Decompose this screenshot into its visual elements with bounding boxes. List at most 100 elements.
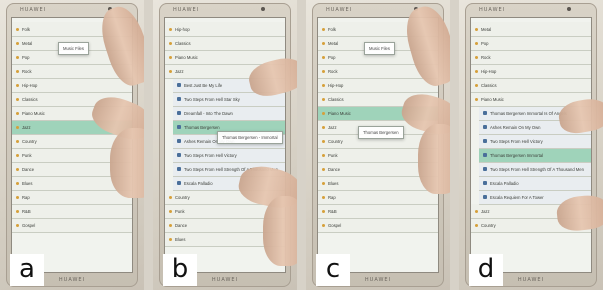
- file-row[interactable]: Two Steps From Hell Victory: [173, 148, 285, 163]
- brand-top: HUAWEI: [173, 7, 200, 13]
- floating-label: Music Files: [58, 42, 89, 55]
- file-row[interactable]: Two Steps From Hell Victory: [479, 134, 591, 149]
- row-label: Classics: [481, 82, 497, 88]
- folder-icon: [322, 181, 325, 185]
- row-label: Thomas Bergersen Immortal: [490, 152, 544, 158]
- row-label: Dance: [328, 166, 341, 172]
- camera-icon: [261, 7, 265, 11]
- row-label: Two Steps From Hell Victory: [490, 138, 543, 144]
- file-row[interactable]: Two Steps From Hell Strength Of A Thousa…: [479, 162, 591, 177]
- folder-row[interactable]: Pop: [471, 36, 591, 51]
- row-label: Piano Music: [481, 96, 504, 102]
- file-row[interactable]: Thomas Bergersen Immortal: [479, 148, 591, 163]
- row-label: Ashes Remain On My Own: [490, 124, 541, 130]
- row-label: Hip-Hop: [22, 82, 38, 88]
- brand-top: HUAWEI: [326, 7, 353, 13]
- row-label: Blues: [175, 236, 186, 242]
- brand-top: HUAWEI: [479, 7, 506, 13]
- row-label: Country: [481, 222, 496, 228]
- folder-row[interactable]: Hip-Hop: [318, 78, 438, 93]
- finger: [418, 124, 450, 194]
- music-file-icon: [483, 153, 487, 157]
- folder-icon: [475, 41, 478, 45]
- row-label: R&B: [22, 208, 31, 214]
- folder-row[interactable]: Hip-hop: [165, 22, 285, 37]
- row-label: Rock: [481, 54, 491, 60]
- row-label: Country: [22, 138, 37, 144]
- row-label: Classics: [22, 96, 38, 102]
- row-label: Jazz: [22, 124, 31, 130]
- row-label: Piano Music: [328, 110, 351, 116]
- folder-icon: [475, 97, 478, 101]
- folder-icon: [16, 195, 19, 199]
- folder-icon: [322, 223, 325, 227]
- folder-row[interactable]: Rock: [471, 50, 591, 65]
- folder-icon: [16, 111, 19, 115]
- folder-icon: [322, 209, 325, 213]
- finger: [110, 128, 144, 198]
- row-label: Escala Palladio: [184, 180, 213, 186]
- folder-row[interactable]: Classics: [471, 78, 591, 93]
- folder-icon: [322, 27, 325, 31]
- row-label: Two Steps From Hell Star Sky: [184, 96, 240, 102]
- folder-row[interactable]: Hip-Hop: [12, 78, 132, 93]
- music-file-icon: [177, 83, 181, 87]
- row-label: Rap: [22, 194, 30, 200]
- row-label: Jazz: [481, 208, 490, 214]
- folder-icon: [16, 83, 19, 87]
- folder-row[interactable]: Classics: [165, 36, 285, 51]
- music-file-icon: [483, 125, 487, 129]
- folder-icon: [16, 167, 19, 171]
- row-label: R&B: [328, 208, 337, 214]
- folder-icon: [322, 139, 325, 143]
- row-label: Piano Music: [22, 110, 45, 116]
- folder-icon: [322, 41, 325, 45]
- row-label: Metal: [328, 40, 339, 46]
- row-label: Jazz: [175, 68, 184, 74]
- folder-icon: [16, 27, 19, 31]
- floating-label: Music Files: [364, 42, 395, 55]
- folder-icon: [322, 83, 325, 87]
- file-row[interactable]: Escala Palladio: [479, 176, 591, 191]
- folder-icon: [16, 153, 19, 157]
- folder-icon: [475, 55, 478, 59]
- screen: Country Jazz Escala Requiem For A Tower Esc…: [470, 17, 592, 273]
- folder-icon: [169, 223, 172, 227]
- music-file-icon: [483, 111, 487, 115]
- folder-row[interactable]: Hip-Hop: [471, 64, 591, 79]
- folder-row[interactable]: R&B: [318, 204, 438, 219]
- folder-row[interactable]: R&B: [12, 204, 132, 219]
- camera-icon: [567, 7, 571, 11]
- folder-icon: [322, 167, 325, 171]
- dragged-item: Thomas Bergersen - Immortal: [217, 131, 283, 144]
- file-row[interactable]: Dreamfall - Into The Dawn: [173, 106, 285, 121]
- panel-label: c: [316, 254, 350, 286]
- folder-icon: [16, 41, 19, 45]
- row-label: Punk: [328, 152, 338, 158]
- row-label: Pop: [481, 40, 489, 46]
- finger: [263, 196, 297, 266]
- music-file-icon: [177, 97, 181, 101]
- row-label: Pop: [328, 54, 336, 60]
- folder-row[interactable]: Gospel: [318, 218, 438, 233]
- folder-icon: [16, 181, 19, 185]
- folder-icon: [16, 97, 19, 101]
- folder-row[interactable]: Gospel: [12, 218, 132, 233]
- panel-label: b: [163, 254, 197, 286]
- row-label: Metal: [481, 26, 492, 32]
- brand-top: HUAWEI: [20, 7, 47, 13]
- folder-icon: [475, 27, 478, 31]
- folder-icon: [322, 97, 325, 101]
- panel-c: HUAWEI Gospel R&B Rap Blues Dance Punk Country…: [306, 0, 450, 290]
- folder-row[interactable]: Rap: [12, 190, 132, 205]
- row-label: Dreamfall - Into The Dawn: [184, 110, 233, 116]
- folder-icon: [169, 195, 172, 199]
- panel-d: HUAWEI Country Jazz Escala Requiem For A T…: [459, 0, 603, 290]
- folder-icon: [169, 55, 172, 59]
- folder-icon: [16, 125, 19, 129]
- brand-bottom: HUAWEI: [58, 277, 86, 283]
- folder-row[interactable]: Rap: [318, 190, 438, 205]
- folder-row[interactable]: Metal: [471, 22, 591, 37]
- music-file-icon: [483, 139, 487, 143]
- folder-icon: [322, 153, 325, 157]
